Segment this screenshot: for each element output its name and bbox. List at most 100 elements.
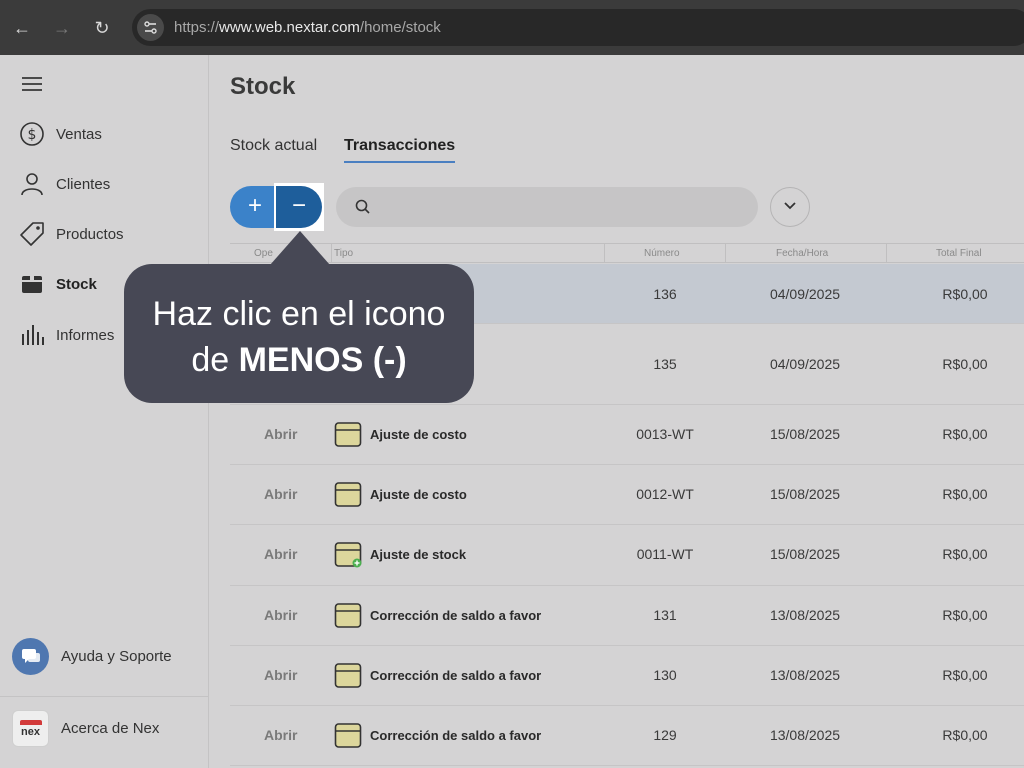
row-total: R$0,00 — [942, 607, 988, 623]
row-number: 0013-WT — [636, 426, 694, 442]
column-header-tipo: Tipo — [334, 248, 354, 259]
row-total: R$0,00 — [942, 426, 988, 442]
box-plus-icon — [334, 540, 362, 568]
sidebar-item-label: Informes — [56, 326, 115, 344]
tooltip-emphasis: MENOS (-) — [238, 341, 407, 379]
tab-stock-actual[interactable]: Stock actual — [230, 137, 317, 161]
url-text[interactable]: https://www.web.nextar.com/home/stock — [174, 19, 441, 36]
row-total: R$0,00 — [942, 286, 988, 302]
row-type: Ajuste de costo — [334, 420, 467, 448]
row-date: 13/08/2025 — [769, 667, 841, 683]
tooltip-line-1: Haz clic en el icono — [152, 295, 446, 333]
row-date: 04/09/2025 — [769, 356, 841, 372]
sidebar-item-label: Productos — [56, 225, 124, 243]
table-header: Ope Tipo Número Fecha/Hora Total Final — [230, 243, 1024, 263]
bar-chart-icon — [18, 321, 46, 349]
row-type: Ajuste de stock — [334, 540, 466, 568]
row-date: 13/08/2025 — [769, 607, 841, 623]
row-total: R$0,00 — [942, 486, 988, 502]
table-row[interactable]: Abrir Ajuste de stock 0011-WT 15/08/2025… — [230, 525, 1024, 586]
sidebar: $ Ventas Clientes Productos Stock Inform… — [0, 55, 209, 768]
row-type-label: Ajuste de stock — [370, 546, 467, 562]
box-icon — [334, 420, 362, 448]
add-transaction-button[interactable]: + — [230, 186, 280, 228]
tooltip-prefix: de — [191, 341, 239, 379]
row-type-label: Corrección de saldo a favor — [370, 607, 542, 623]
sidebar-item-ventas[interactable]: $ Ventas — [18, 119, 198, 149]
box-icon — [334, 480, 362, 508]
row-number: 129 — [653, 727, 677, 743]
row-number: 0012-WT — [636, 486, 694, 502]
row-type-label: Corrección de saldo a favor — [370, 667, 542, 683]
sidebar-item-label: Clientes — [56, 175, 111, 193]
table-row[interactable]: Abrir Corrección de saldo a favor 130 13… — [230, 646, 1024, 706]
sidebar-item-label: Ventas — [56, 125, 102, 143]
hamburger-menu-icon[interactable] — [22, 77, 42, 95]
chat-icon — [12, 638, 49, 675]
row-total: R$0,00 — [942, 356, 988, 372]
table-row[interactable]: Abrir Ajuste de costo 0012-WT 15/08/2025… — [230, 465, 1024, 525]
row-total: R$0,00 — [942, 727, 988, 743]
sidebar-item-clientes[interactable]: Clientes — [18, 169, 198, 199]
sidebar-item-label: Stock — [56, 275, 97, 293]
site-settings-icon[interactable] — [137, 14, 164, 41]
open-link[interactable]: Abrir — [264, 607, 297, 623]
browser-toolbar: ← → ↻ https://www.web.nextar.com/home/st… — [0, 0, 1024, 55]
page-title: Stock — [230, 73, 296, 100]
tab-transacciones[interactable]: Transacciones — [344, 137, 456, 163]
back-arrow-icon[interactable]: ← — [11, 17, 33, 39]
row-number: 130 — [653, 667, 677, 683]
chevron-down-icon — [783, 198, 797, 216]
about-nex-link[interactable]: nex Acerca de Nex — [12, 710, 159, 747]
filter-dropdown-button[interactable] — [770, 187, 810, 227]
row-number: 135 — [653, 356, 677, 372]
row-type-label: Corrección de saldo a favor — [370, 727, 542, 743]
help-support-label: Ayuda y Soporte — [61, 648, 172, 665]
open-link[interactable]: Abrir — [264, 486, 297, 502]
open-link[interactable]: Abrir — [264, 727, 297, 743]
reload-icon[interactable]: ↻ — [91, 17, 113, 39]
column-header-total: Total Final — [936, 248, 982, 259]
row-number: 0011-WT — [636, 546, 694, 562]
nex-logo: nex — [12, 710, 49, 747]
table-row[interactable]: Abrir Ajuste de costo 0013-WT 15/08/2025… — [230, 405, 1024, 465]
about-nex-label: Acerca de Nex — [61, 720, 160, 737]
tag-icon — [18, 220, 46, 248]
row-date: 15/08/2025 — [769, 486, 841, 502]
box-icon — [334, 661, 362, 689]
user-icon — [18, 170, 46, 198]
open-link[interactable]: Abrir — [264, 546, 297, 562]
row-date: 15/08/2025 — [769, 426, 841, 442]
row-date: 04/09/2025 — [769, 286, 841, 302]
box-icon — [334, 601, 362, 629]
row-type-label: Ajuste de costo — [370, 426, 467, 442]
main-content: Stock Stock actual Transacciones + − Ope… — [210, 55, 1024, 768]
dollar-circle-icon: $ — [18, 120, 46, 148]
search-input[interactable] — [336, 187, 758, 227]
tooltip-arrow — [270, 231, 330, 265]
url-scheme: https:// — [174, 19, 220, 36]
row-type: Corrección de saldo a favor — [334, 721, 541, 749]
sidebar-divider — [0, 696, 209, 697]
row-type-label: Ajuste de costo — [370, 486, 467, 502]
row-date: 13/08/2025 — [769, 727, 841, 743]
instruction-tooltip: Haz clic en el icono de MENOS (-) — [124, 264, 474, 403]
row-type: Ajuste de costo — [334, 480, 467, 508]
row-date: 15/08/2025 — [769, 546, 841, 562]
forward-arrow-icon[interactable]: → — [51, 17, 73, 39]
table-row[interactable]: Abrir Corrección de saldo a favor 129 13… — [230, 706, 1024, 766]
svg-text:$: $ — [28, 127, 37, 143]
table-row[interactable]: Abrir Corrección de saldo a favor 131 13… — [230, 586, 1024, 646]
help-support-link[interactable]: Ayuda y Soporte — [12, 638, 172, 675]
minus-transaction-button[interactable]: − — [276, 186, 322, 228]
search-icon — [354, 198, 372, 216]
open-link[interactable]: Abrir — [264, 667, 297, 683]
row-type: Corrección de saldo a favor — [334, 601, 541, 629]
row-number: 131 — [653, 607, 677, 623]
row-type: Corrección de saldo a favor — [334, 661, 541, 689]
open-link[interactable]: Abrir — [264, 426, 297, 442]
column-header-fecha: Fecha/Hora — [776, 248, 829, 259]
sidebar-item-productos[interactable]: Productos — [18, 219, 198, 249]
row-total: R$0,00 — [942, 546, 988, 562]
row-total: R$0,00 — [942, 667, 988, 683]
